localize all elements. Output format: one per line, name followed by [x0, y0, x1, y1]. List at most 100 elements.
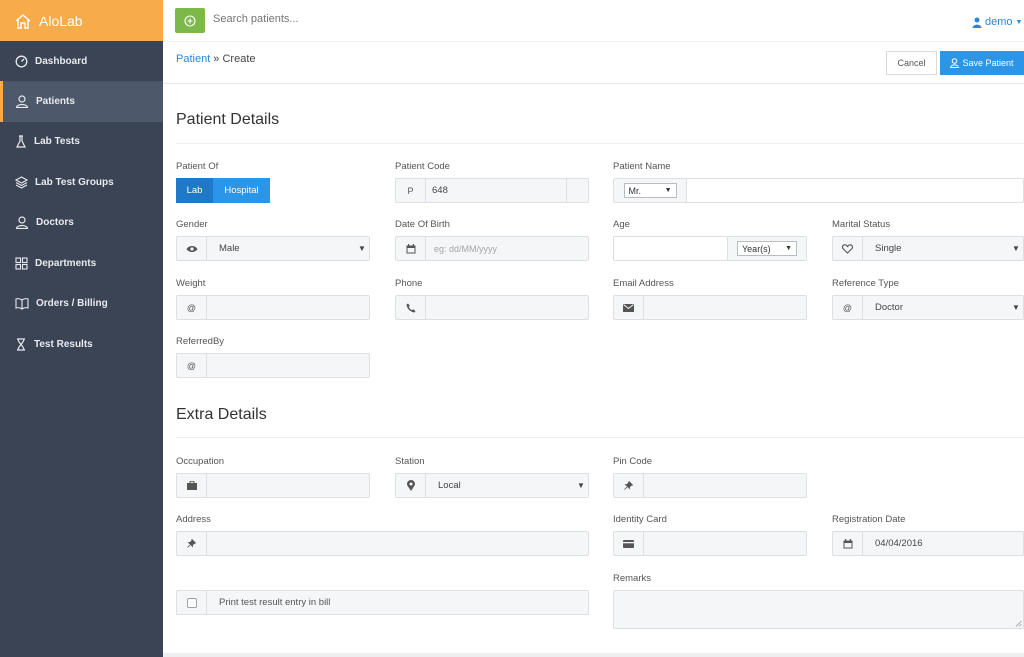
sidebar-item-lab-tests[interactable]: Lab Tests [0, 122, 163, 163]
layers-icon [15, 176, 28, 189]
identity-card-label: Identity Card [613, 514, 667, 525]
calendar-icon [833, 532, 863, 555]
sidebar-item-test-results[interactable]: Test Results [0, 324, 163, 365]
age-field[interactable]: Year(s) ▼ [613, 236, 807, 261]
patient-code-label: Patient Code [395, 161, 450, 172]
search-input[interactable] [213, 13, 513, 25]
eye-icon [177, 237, 207, 260]
weight-label: Weight [176, 278, 206, 289]
patient-code-prefix: P [396, 179, 426, 202]
caret-down-icon: ▼ [664, 187, 672, 194]
gender-select[interactable]: Male ▼ [176, 236, 370, 261]
caret-down-icon: ▼ [577, 481, 585, 490]
sidebar-item-doctors[interactable]: Doctors [0, 203, 163, 244]
pin-icon [177, 532, 207, 555]
marital-status-select[interactable]: Single ▼ [832, 236, 1024, 261]
add-patient-button[interactable] [175, 8, 205, 33]
sidebar-item-dashboard[interactable]: Dashboard [0, 41, 163, 81]
sidebar-item-label: Lab Tests [34, 136, 80, 148]
pin-code-field[interactable] [613, 473, 807, 498]
registration-date-value: 04/04/2016 [875, 538, 923, 549]
user-icon [15, 95, 29, 108]
user-icon [950, 58, 960, 68]
print-option-checkbox[interactable] [186, 597, 197, 608]
age-value[interactable] [614, 237, 728, 260]
marital-status-label: Marital Status [832, 219, 891, 230]
patient-of-toggle: Lab Hospital [176, 178, 270, 203]
section-divider [176, 143, 1024, 144]
user-name: demo [985, 16, 1013, 28]
reference-type-select[interactable]: @ Doctor ▼ [832, 295, 1024, 320]
patient-details-title: Patient Details [176, 111, 280, 128]
dob-placeholder: eg: dd/MM/yyyy [434, 243, 498, 254]
caret-down-icon: ▼ [358, 244, 366, 253]
age-unit-wrap: Year(s) ▼ [728, 237, 806, 260]
identity-card-field[interactable] [613, 531, 807, 556]
hourglass-icon [17, 338, 25, 351]
sidebar-item-patients[interactable]: Patients [0, 81, 163, 122]
email-field[interactable] [613, 295, 807, 320]
referred-by-field[interactable]: @ [176, 353, 370, 378]
reference-type-label: Reference Type [832, 278, 899, 289]
caret-down-icon: ▼ [785, 245, 792, 252]
doctor-icon [15, 216, 29, 230]
brand[interactable]: AloLab [0, 0, 163, 41]
patient-of-hospital-option[interactable]: Hospital [213, 178, 270, 203]
print-option-checkbox-wrap [177, 591, 207, 614]
map-marker-icon [396, 474, 426, 497]
pin-code-label: Pin Code [613, 456, 653, 467]
station-select[interactable]: Local ▼ [395, 473, 589, 498]
id-card-icon [614, 532, 644, 555]
referred-by-addon: @ [177, 354, 207, 377]
sidebar: AloLab Dashboard Patients Lab Tests Lab … [0, 0, 163, 657]
book-icon [15, 298, 29, 310]
age-unit-select[interactable]: Year(s) ▼ [737, 241, 797, 256]
main-content: Patient Details Patient Of Lab Hospital … [163, 84, 1024, 657]
sidebar-item-label: Test Results [34, 338, 93, 350]
occupation-field[interactable] [176, 473, 370, 498]
chevron-down-icon: ▼ [1015, 18, 1023, 26]
address-label: Address [176, 514, 211, 525]
patient-name-label: Patient Name [613, 161, 671, 172]
phone-label: Phone [395, 278, 423, 289]
sidebar-item-lab-test-groups[interactable]: Lab Test Groups [0, 162, 163, 203]
sidebar-item-label: Orders / Billing [36, 298, 108, 310]
cancel-button[interactable]: Cancel [886, 51, 937, 75]
flask-icon [16, 135, 26, 148]
address-field[interactable] [176, 531, 589, 556]
phone-icon [396, 296, 426, 319]
dob-field[interactable]: eg: dd/MM/yyyy [395, 236, 589, 261]
extra-details-title: Extra Details [176, 406, 267, 423]
referred-by-label: ReferredBy [176, 336, 225, 347]
patient-title-select[interactable]: Mr. ▼ [623, 183, 677, 198]
age-label: Age [613, 219, 630, 230]
patient-of-lab-option[interactable]: Lab [176, 178, 213, 203]
print-option-row: Print test result entry in bill [176, 590, 589, 615]
user-icon [972, 17, 982, 28]
user-menu[interactable]: demo ▼ [972, 16, 1024, 28]
print-option-label: Print test result entry in bill [219, 597, 331, 608]
sidebar-item-orders-billing[interactable]: Orders / Billing [0, 284, 163, 325]
phone-field[interactable] [395, 295, 589, 320]
weight-field[interactable]: @ [176, 295, 370, 320]
save-patient-button[interactable]: Save Patient [940, 51, 1024, 75]
patient-code-field[interactable]: P 648 [395, 178, 589, 203]
registration-date-field[interactable]: 04/04/2016 [832, 531, 1024, 556]
footer-divider [163, 653, 1024, 657]
sidebar-item-departments[interactable]: Departments [0, 243, 163, 284]
plus-circle-icon [184, 14, 196, 27]
sidebar-item-label: Lab Test Groups [35, 176, 114, 188]
patient-name-field[interactable]: Mr. ▼ [613, 178, 1024, 203]
caret-down-icon: ▼ [1012, 303, 1020, 312]
remarks-label: Remarks [613, 573, 652, 584]
patient-of-label: Patient Of [176, 161, 219, 172]
marital-status-value: Single [875, 243, 902, 254]
sidebar-item-label: Departments [35, 257, 97, 269]
patient-code-suffix [566, 179, 588, 202]
remarks-textarea[interactable] [613, 590, 1024, 629]
caret-down-icon: ▼ [1012, 244, 1020, 253]
breadcrumb-patient-link[interactable]: Patient [176, 53, 210, 65]
weight-addon: @ [177, 296, 207, 319]
brand-name: AloLab [39, 12, 83, 29]
sidebar-item-label: Dashboard [35, 55, 88, 67]
